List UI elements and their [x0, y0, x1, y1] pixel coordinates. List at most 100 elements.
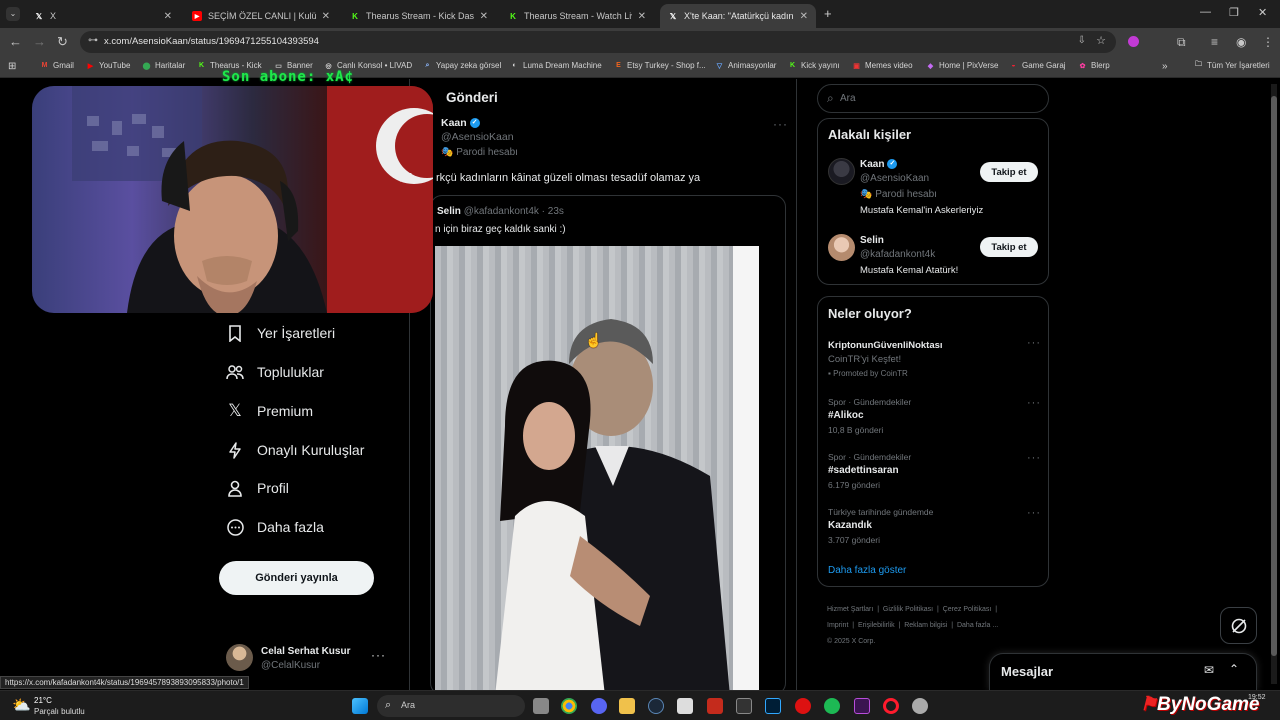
tab-close-icon[interactable]: ✕ — [480, 11, 488, 22]
footer-link[interactable]: Çerez Politikası — [943, 606, 992, 613]
bookmark-etsy[interactable]: E Etsy Turkey - Shop f... — [614, 61, 706, 70]
collapse-up-icon[interactable]: ⌃ — [1229, 662, 1239, 676]
extensions-icon[interactable]: ⧉ — [1177, 35, 1186, 50]
nav-communities[interactable]: Topluluklar — [226, 363, 324, 381]
taskbar-search[interactable]: ⌕ Ara — [377, 695, 525, 717]
page-scrollbar[interactable] — [1271, 84, 1277, 684]
browser-tab[interactable]: ▶ SEÇİM ÖZEL CANLI | Kulübü ✕ — [184, 4, 338, 28]
new-message-icon[interactable]: ✉ — [1204, 663, 1214, 677]
chrome-icon[interactable] — [561, 698, 577, 714]
epic-games-icon[interactable] — [736, 698, 752, 714]
post-button[interactable]: Gönderi yayınla — [219, 561, 374, 595]
site-info-icon[interactable]: ⊶ — [88, 35, 98, 46]
bookmark-yapay-zeka[interactable]: ⌕ Yapay zeka görsel — [423, 61, 502, 70]
quoted-post[interactable]: Selin @kafadankont4k · 23s n için biraz … — [430, 195, 786, 695]
app-icon[interactable] — [677, 698, 693, 714]
spotify-icon[interactable] — [824, 698, 840, 714]
windows-start-icon[interactable] — [352, 698, 368, 714]
bookmark-star-icon[interactable]: ☆ — [1096, 34, 1106, 47]
follow-button[interactable]: Takip et — [980, 237, 1038, 257]
bookmark-maps[interactable]: ⬤ Haritalar — [142, 61, 186, 70]
tab-close-icon[interactable]: ✕ — [800, 11, 808, 22]
trend-item[interactable]: Spor · Gündemdekiler #sadettinsaran 6.17… — [828, 452, 1038, 492]
bookmark-memes[interactable]: ▣ Memes video — [852, 61, 912, 70]
task-view-icon[interactable] — [533, 698, 549, 714]
tab-close-icon[interactable]: ✕ — [322, 11, 330, 22]
trend-more-icon[interactable]: ··· — [1027, 452, 1041, 464]
tab-close-icon[interactable]: ✕ — [638, 11, 646, 22]
grok-button[interactable] — [1220, 607, 1257, 644]
nav-more[interactable]: Daha fazla — [226, 518, 324, 536]
extension-purple-icon[interactable] — [1128, 36, 1139, 47]
related-name[interactable]: Selin — [860, 235, 884, 246]
minimize-icon[interactable]: — — [1200, 6, 1211, 18]
bookmark-kick-yayini[interactable]: K Kick yayını — [788, 61, 840, 70]
weather-widget[interactable]: ⛅ 21°C Parçalı bulutlu — [10, 694, 120, 718]
menu-kebab-icon[interactable]: ⋮ — [1262, 35, 1274, 49]
tab-close-icon[interactable]: ✕ — [164, 11, 172, 22]
bookmark-luma[interactable]: ◐ Luma Dream Machine — [510, 61, 601, 70]
media-controls-icon[interactable]: ≡ — [1211, 35, 1218, 49]
nav-verified-orgs[interactable]: Onaylı Kuruluşlar — [226, 441, 364, 459]
trend-item[interactable]: Türkiye tarihinde gündemde Kazandık 3.70… — [828, 507, 1038, 547]
related-name[interactable]: Kaan ✓ — [860, 159, 898, 170]
apps-grid-icon[interactable]: ⊞ — [8, 61, 16, 72]
footer-link[interactable]: Reklam bilgisi — [904, 622, 947, 629]
post-author-handle[interactable]: @AsensioKaan — [441, 131, 514, 143]
nav-profile[interactable]: Profil — [226, 479, 289, 497]
tab-search-button[interactable]: ⌄ — [6, 7, 20, 21]
bookmark-gmail[interactable]: M Gmail — [40, 61, 74, 70]
footer-link[interactable]: Hizmet Şartları — [827, 606, 873, 613]
all-bookmarks[interactable]: 🗀 Tüm Yer İşaretleri — [1194, 61, 1270, 70]
post-author-name[interactable]: Kaan ✓ — [441, 117, 480, 129]
account-switcher[interactable]: Celal Serhat Kusur @CelalKusur ··· — [226, 644, 386, 674]
restore-icon[interactable]: ❐ — [1229, 6, 1239, 19]
avatar[interactable] — [828, 234, 855, 261]
trend-item[interactable]: Spor · Gündemdekiler #Alikoc 10,8 B gönd… — [828, 397, 1038, 437]
quote-photo[interactable] — [435, 246, 759, 694]
clock[interactable]: 19:52 — [1248, 694, 1266, 701]
follow-button[interactable]: Takip et — [980, 162, 1038, 182]
trend-more-icon[interactable]: ··· — [1027, 397, 1041, 409]
app-red-icon[interactable] — [707, 698, 723, 714]
show-more-link[interactable]: Daha fazla göster — [828, 565, 906, 576]
bookmark-animasyonlar[interactable]: ▽ Animasyonlar — [715, 61, 777, 70]
avatar[interactable] — [828, 158, 855, 185]
browser-tab[interactable]: K Thearus Stream - Kick Dashboa ✕ — [342, 4, 496, 28]
footer-link[interactable]: Imprint — [827, 622, 848, 629]
settings-icon[interactable] — [912, 698, 928, 714]
file-explorer-icon[interactable] — [619, 698, 635, 714]
discord-icon[interactable] — [591, 698, 607, 714]
bookmark-blerp[interactable]: ✿ Blerp — [1078, 61, 1110, 70]
bookmark-youtube[interactable]: ▶ YouTube — [86, 61, 131, 70]
footer-link[interactable]: Gizlilik Politikası — [883, 606, 933, 613]
browser-tab[interactable]: K Thearus Stream - Watch Live o ✕ — [500, 4, 654, 28]
trend-more-icon[interactable]: ··· — [1027, 507, 1041, 519]
app-purple-icon[interactable] — [854, 698, 870, 714]
trend-more-icon[interactable]: ··· — [1027, 337, 1041, 349]
address-bar[interactable]: ⊶ x.com/AsensioKaan/status/1969471255104… — [80, 31, 1116, 53]
opera-icon[interactable] — [883, 698, 899, 714]
messages-drawer[interactable]: Mesajlar ✉ ⌃ — [989, 653, 1257, 690]
forward-icon[interactable]: → — [33, 34, 46, 49]
reload-icon[interactable]: ↻ — [57, 34, 68, 50]
install-app-icon[interactable]: ⇩ — [1078, 35, 1086, 46]
browser-tab[interactable]: 𝕏 X ✕ — [26, 4, 180, 28]
back-icon[interactable]: ← — [9, 34, 22, 49]
bookmark-pixverse[interactable]: ◆ Home | PixVerse — [926, 61, 999, 70]
app-red-circle-icon[interactable] — [795, 698, 811, 714]
bookmarks-overflow-icon[interactable]: » — [1162, 61, 1168, 72]
search-box[interactable]: ⌕ Ara — [817, 84, 1049, 113]
new-tab-icon[interactable]: + — [824, 6, 832, 21]
close-window-icon[interactable]: ✕ — [1258, 6, 1267, 19]
profile-avatar-icon[interactable]: ◉ — [1236, 35, 1246, 49]
steam-icon[interactable] — [648, 698, 664, 714]
nav-bookmarks[interactable]: Yer İşaretleri — [226, 324, 335, 342]
photoshop-icon[interactable] — [765, 698, 781, 714]
post-more-icon[interactable]: ··· — [773, 117, 788, 131]
nav-premium[interactable]: 𝕏 Premium — [226, 401, 313, 420]
footer-link[interactable]: Daha fazla ... — [957, 622, 998, 629]
footer-link[interactable]: Erişilebilirlik — [858, 622, 895, 629]
bookmark-game-garaj[interactable]: ◒ Game Garaj — [1009, 61, 1065, 70]
browser-tab-active[interactable]: 𝕏 X'te Kaan: "Atatürkçü kadınların ✕ — [660, 4, 816, 28]
